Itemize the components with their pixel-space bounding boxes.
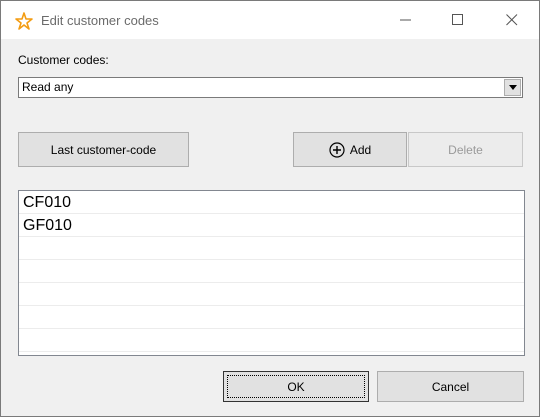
minimize-icon	[400, 19, 411, 21]
minimize-button[interactable]	[383, 1, 429, 39]
title-bar[interactable]: Edit customer codes	[1, 1, 539, 39]
add-button-label: Add	[349, 142, 372, 157]
maximize-icon	[452, 14, 463, 25]
list-item[interactable]	[19, 306, 524, 329]
list-item[interactable]	[19, 260, 524, 283]
last-customer-code-button[interactable]: Last customer-code	[18, 132, 189, 167]
add-button[interactable]: Add	[293, 132, 407, 167]
customer-codes-combobox[interactable]: Read any	[18, 77, 523, 98]
combobox-value: Read any	[22, 80, 74, 94]
ok-button[interactable]: OK	[223, 371, 369, 402]
list-item[interactable]	[19, 329, 524, 352]
list-item[interactable]	[19, 283, 524, 306]
close-icon	[506, 14, 518, 26]
customer-codes-label: Customer codes:	[18, 53, 109, 67]
maximize-button[interactable]	[435, 1, 481, 39]
close-button[interactable]	[489, 1, 535, 39]
list-item[interactable]: CF010	[19, 191, 524, 214]
window-title: Edit customer codes	[41, 13, 159, 28]
chevron-down-icon	[509, 85, 517, 90]
plus-circle-icon	[329, 141, 345, 158]
dialog-window: Edit customer codes Customer codes: Read…	[0, 0, 540, 417]
cancel-button[interactable]: Cancel	[377, 371, 524, 402]
star-outline-icon	[15, 12, 33, 30]
list-item[interactable]	[19, 237, 524, 260]
list-item[interactable]: GF010	[19, 214, 524, 237]
delete-button[interactable]: Delete	[408, 132, 523, 167]
combobox-dropdown-button[interactable]	[504, 79, 521, 96]
customer-codes-list[interactable]: CF010 GF010	[18, 190, 525, 356]
focus-rectangle	[227, 375, 365, 398]
